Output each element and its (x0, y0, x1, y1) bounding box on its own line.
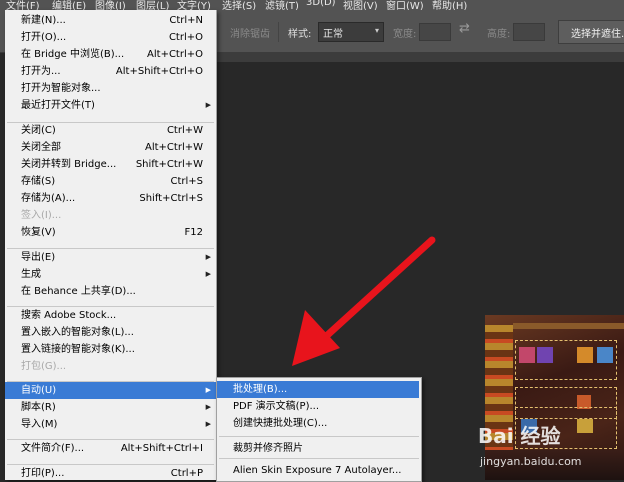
pointer-arrow-icon (292, 236, 436, 366)
